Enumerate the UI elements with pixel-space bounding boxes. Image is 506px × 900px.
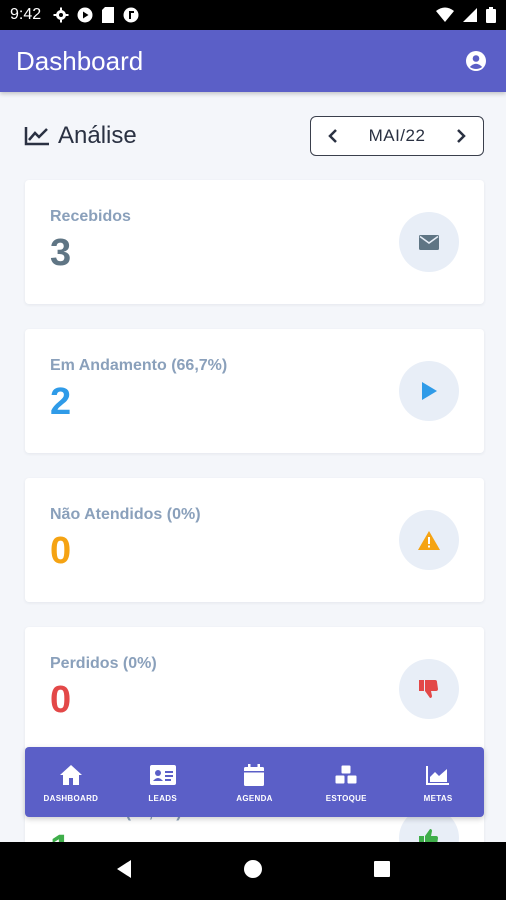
card-label: Recebidos xyxy=(50,208,131,225)
recents-square-icon xyxy=(374,860,390,877)
card-value: 0 xyxy=(50,530,72,572)
account-button[interactable] xyxy=(462,47,490,75)
cubes-icon xyxy=(334,764,358,784)
gear-icon xyxy=(53,7,69,23)
home-circle-icon xyxy=(244,859,262,878)
chevron-right-icon xyxy=(457,129,466,143)
calendar-icon xyxy=(244,763,265,786)
card-perdidos[interactable]: Perdidos (0%) 0 xyxy=(25,627,484,751)
home-icon xyxy=(59,764,82,785)
previous-month-button[interactable] xyxy=(323,126,343,146)
card-icon-circle xyxy=(399,659,459,719)
nav-item-leads[interactable]: LEADS xyxy=(117,747,209,817)
nav-label: LEADS xyxy=(148,793,177,803)
id-card-icon xyxy=(149,764,176,785)
nav-item-agenda[interactable]: AGENDA xyxy=(209,747,301,817)
card-label: Não Atendidos (0%) xyxy=(50,506,201,523)
card-icon-circle xyxy=(399,361,459,421)
status-bar: 9:42 xyxy=(0,0,506,30)
card-value: 3 xyxy=(50,232,72,274)
nav-label: AGENDA xyxy=(236,793,273,803)
status-time: 9:42 xyxy=(10,6,42,23)
user-circle-icon xyxy=(466,51,486,71)
month-picker: MAI/22 xyxy=(310,116,484,156)
card-value: 0 xyxy=(50,679,72,721)
next-month-button[interactable] xyxy=(451,126,471,146)
nav-item-metas[interactable]: METAS xyxy=(392,747,484,817)
card-icon-circle xyxy=(399,212,459,272)
system-status-icons xyxy=(436,7,496,23)
battery-icon xyxy=(486,7,496,23)
bottom-navigation: DASHBOARD LEADS AGENDA ESTOQUE METAS xyxy=(25,747,484,817)
card-nao-atendidos[interactable]: Não Atendidos (0%) 0 xyxy=(25,478,484,602)
warning-icon xyxy=(418,530,440,550)
section-title: Análise xyxy=(58,122,137,149)
nav-item-estoque[interactable]: ESTOQUE xyxy=(300,747,392,817)
play-store-icon xyxy=(77,7,93,23)
thumbs-down-icon xyxy=(419,680,438,698)
nav-label: METAS xyxy=(423,793,453,803)
recents-button[interactable] xyxy=(373,860,391,883)
nav-label: DASHBOARD xyxy=(43,793,99,803)
envelope-icon xyxy=(419,234,439,250)
signal-icon xyxy=(463,8,477,22)
app-notification-icon xyxy=(123,7,139,23)
back-triangle-icon xyxy=(117,859,131,878)
card-label: Perdidos (0%) xyxy=(50,655,157,672)
chevron-left-icon xyxy=(328,129,337,143)
back-button[interactable] xyxy=(115,859,133,884)
nav-item-dashboard[interactable]: DASHBOARD xyxy=(25,747,117,817)
card-recebidos[interactable]: Recebidos 3 xyxy=(25,180,484,304)
area-chart-icon xyxy=(426,765,450,785)
month-label: MAI/22 xyxy=(368,126,426,145)
home-button[interactable] xyxy=(243,859,263,884)
wifi-icon xyxy=(436,7,454,22)
card-icon-circle xyxy=(399,510,459,570)
section-header: Análise MAI/22 xyxy=(24,116,484,156)
system-navigation-bar xyxy=(0,842,506,900)
page-title: Dashboard xyxy=(16,45,144,76)
line-chart-icon xyxy=(24,127,49,146)
play-icon xyxy=(422,382,437,400)
notification-icons xyxy=(53,7,139,23)
sd-card-icon xyxy=(102,7,115,23)
card-label: Em Andamento (66,7%) xyxy=(50,357,228,374)
card-value: 2 xyxy=(50,381,72,423)
card-em-andamento[interactable]: Em Andamento (66,7%) 2 xyxy=(25,329,484,453)
app-bar: Dashboard xyxy=(0,30,506,92)
nav-label: ESTOQUE xyxy=(325,793,367,803)
